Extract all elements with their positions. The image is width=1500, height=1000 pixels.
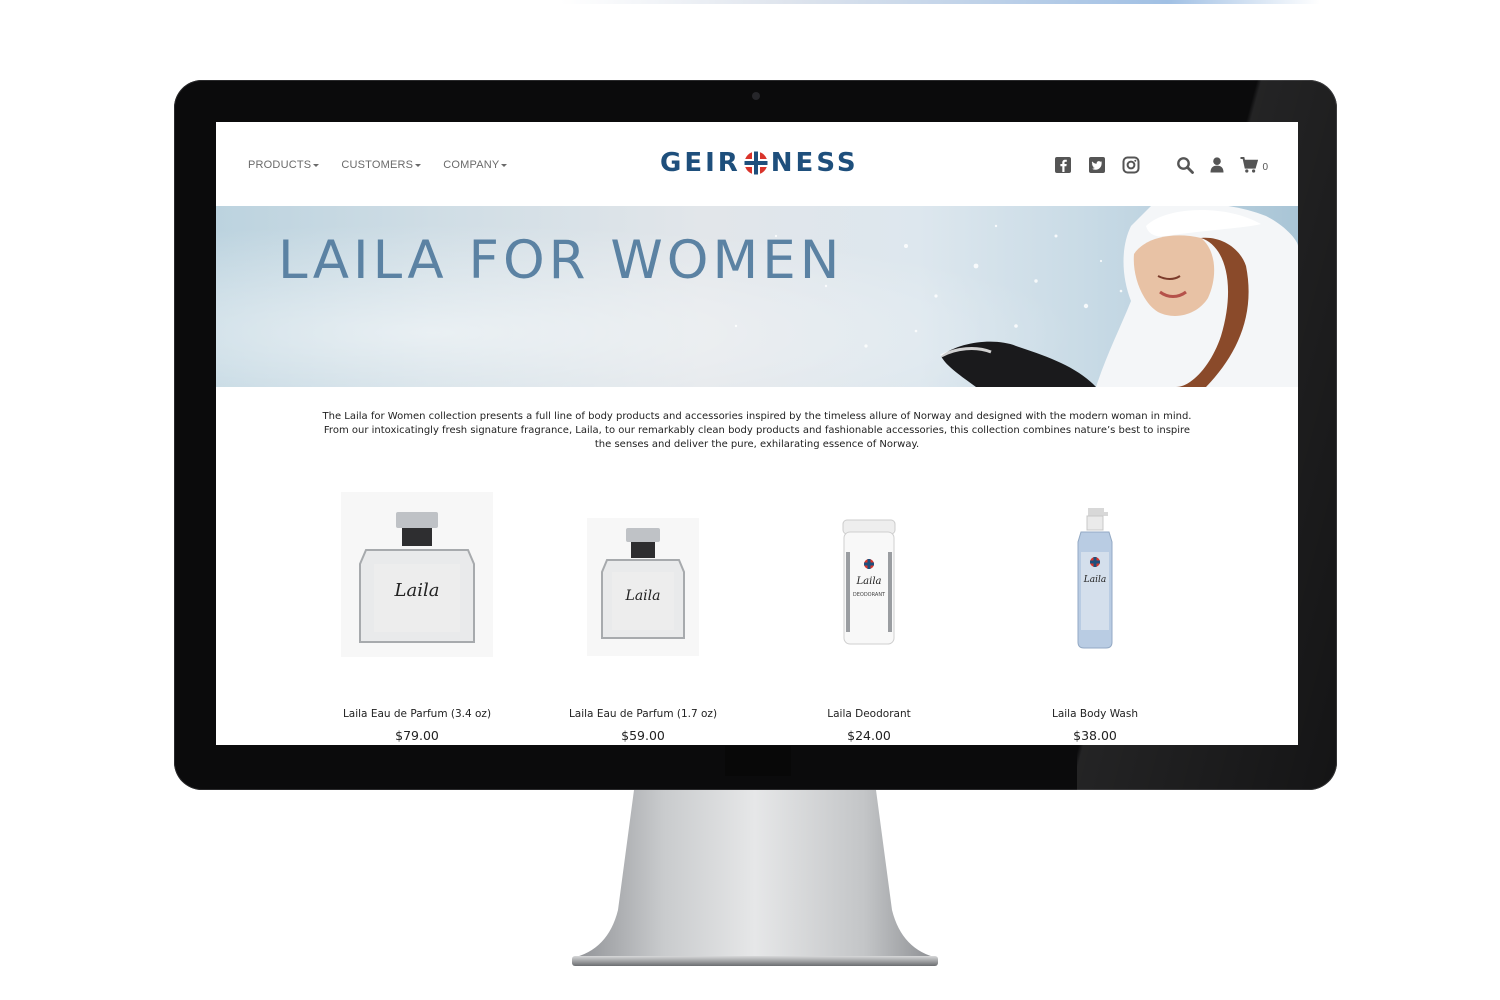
header-icons: 0 (1054, 156, 1268, 174)
twitter-icon[interactable] (1088, 156, 1106, 174)
chevron-down-icon (313, 163, 320, 167)
background-glow (560, 0, 1320, 4)
product-grid: Laila Laila Eau de Parfum (3.4 oz) $79.0… (306, 492, 1210, 745)
product-card[interactable]: Laila Laila Body Wash $38.00 (984, 492, 1206, 745)
perfume-bottle-large-image[interactable]: Laila (306, 492, 528, 692)
site-logo[interactable]: GEIR NESS (660, 148, 859, 178)
site-header: PRODUCTS CUSTOMERS COMPANY GEIR NESS 0 (216, 122, 1298, 206)
chevron-down-icon (415, 163, 422, 167)
hero-banner: LAILA FOR WOMEN (216, 206, 1298, 387)
product-card[interactable]: Laila Laila Eau de Parfum (3.4 oz) $79.0… (306, 492, 528, 745)
menu-customers-label: CUSTOMERS (341, 159, 414, 171)
logo-text-right: NESS (770, 148, 859, 178)
cart-count: 0 (1262, 161, 1268, 173)
product-price: $24.00 (847, 728, 891, 743)
menu-products[interactable]: PRODUCTS (248, 159, 320, 171)
product-name[interactable]: Laila Eau de Parfum (3.4 oz) (306, 708, 528, 720)
cart-icon[interactable] (1240, 156, 1259, 174)
monitor-chin-logo (725, 746, 791, 776)
product-price: $79.00 (395, 728, 439, 743)
user-icon[interactable] (1208, 156, 1226, 174)
norway-flag-icon (744, 151, 768, 175)
deodorant-label-type: DEODORANT (853, 592, 886, 598)
product-card[interactable]: Laila DEODORANT Laila Deodorant $24.00 (758, 492, 980, 745)
main-menu: PRODUCTS CUSTOMERS COMPANY (248, 159, 508, 171)
product-name[interactable]: Laila Eau de Parfum (1.7 oz) (532, 708, 754, 720)
body-wash-image[interactable]: Laila (984, 492, 1206, 692)
deodorant-image[interactable]: Laila DEODORANT (758, 492, 980, 692)
collection-description: The Laila for Women collection presents … (322, 411, 1192, 450)
deodorant-label-brand: Laila (856, 576, 882, 587)
browser-viewport: PRODUCTS CUSTOMERS COMPANY GEIR NESS 0 L… (216, 122, 1298, 745)
menu-customers[interactable]: CUSTOMERS (341, 159, 422, 171)
menu-company-label: COMPANY (443, 159, 500, 171)
logo-text-left: GEIR (660, 148, 741, 178)
instagram-icon[interactable] (1122, 156, 1140, 174)
bodywash-label-brand: Laila (1083, 575, 1106, 585)
bottle-label-brand: Laila (625, 588, 661, 604)
product-name[interactable]: Laila Body Wash (984, 708, 1206, 720)
product-price: $59.00 (621, 728, 665, 743)
product-name[interactable]: Laila Deodorant (758, 708, 980, 720)
perfume-bottle-small-image[interactable]: Laila (532, 492, 754, 692)
facebook-icon[interactable] (1054, 156, 1072, 174)
menu-company[interactable]: COMPANY (443, 159, 508, 171)
bottle-label-brand: Laila (394, 580, 440, 601)
chevron-down-icon (501, 163, 508, 167)
monitor-stand (572, 790, 938, 966)
search-icon[interactable] (1176, 156, 1195, 174)
page-title: LAILA FOR WOMEN (278, 230, 844, 291)
product-card[interactable]: Laila Laila Eau de Parfum (1.7 oz) $59.0… (532, 492, 754, 745)
camera-icon (752, 92, 760, 100)
menu-products-label: PRODUCTS (248, 159, 312, 171)
product-price: $38.00 (1073, 728, 1117, 743)
